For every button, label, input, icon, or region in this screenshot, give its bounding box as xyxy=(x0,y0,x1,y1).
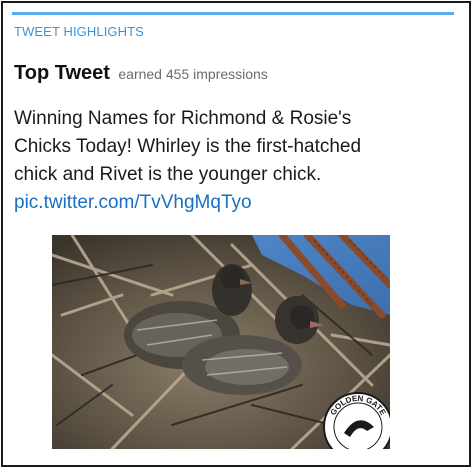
tweet-photo[interactable]: GOLDEN GATE xyxy=(52,235,390,449)
card-heading: Top Tweet earned 455 impressions xyxy=(14,62,268,85)
tweet-line: chick and Rivet is the younger chick. xyxy=(14,164,322,185)
section-label: TWEET HIGHLIGHTS xyxy=(14,24,144,39)
osprey-nest-image: GOLDEN GATE xyxy=(52,235,390,449)
tweet-line: Winning Names for Richmond & Rosie's xyxy=(14,108,352,129)
tweet-media-link[interactable]: pic.twitter.com/TvVhgMqTyo xyxy=(14,189,454,217)
accent-bar xyxy=(12,12,454,15)
tweet-body: Winning Names for Richmond & Rosie's Chi… xyxy=(14,105,454,217)
impressions-text: earned 455 impressions xyxy=(118,66,268,82)
tweet-line: Chicks Today! Whirley is the first-hatch… xyxy=(14,136,362,157)
card-title: Top Tweet xyxy=(14,62,110,84)
